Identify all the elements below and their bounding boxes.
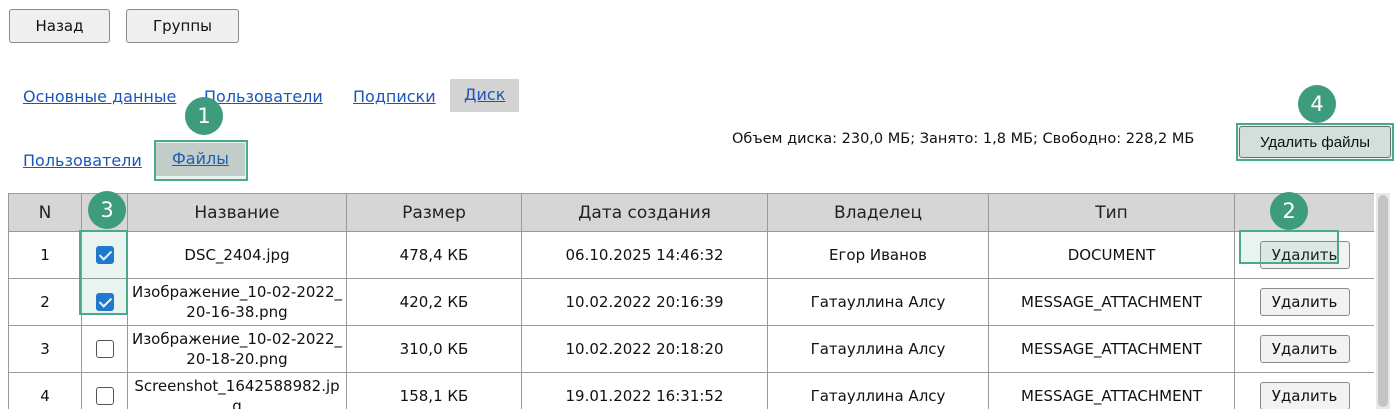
col-header-size[interactable]: Размер: [346, 193, 522, 232]
marker-2: 2: [1270, 192, 1308, 230]
marker-1: 1: [185, 97, 223, 135]
col-header-name[interactable]: Название: [127, 193, 347, 232]
delete-files-button[interactable]: Удалить файлы: [1239, 126, 1391, 158]
col-header-owner[interactable]: Владелец: [767, 193, 989, 232]
cell-size: 478,4 КБ: [346, 231, 522, 279]
cell-date: 10.02.2022 20:16:39: [521, 278, 768, 326]
groups-button[interactable]: Группы: [126, 9, 239, 43]
marker-3: 3: [88, 191, 126, 229]
cell-actions: Удалить: [1234, 231, 1374, 279]
table-row: 4 Screenshot_1642588982.jpg 158,1 КБ 19.…: [8, 372, 1374, 409]
table-row: 2 Изображение_10-02-2022_20-16-38.png 42…: [8, 278, 1374, 326]
disk-usage-info: Объем диска: 230,0 МБ; Занято: 1,8 МБ; С…: [732, 131, 1195, 147]
table-scrollbar[interactable]: [1376, 193, 1390, 409]
cell-actions: Удалить: [1234, 325, 1374, 373]
tab-main-data[interactable]: Основные данные: [23, 87, 176, 106]
col-header-n[interactable]: N: [8, 193, 82, 232]
cell-date: 06.10.2025 14:46:32: [521, 231, 768, 279]
delete-row-button[interactable]: Удалить: [1259, 288, 1350, 316]
cell-select[interactable]: [81, 231, 128, 279]
cell-date: 10.02.2022 20:18:20: [521, 325, 768, 373]
back-button[interactable]: Назад: [9, 9, 110, 43]
cell-actions: Удалить: [1234, 278, 1374, 326]
cell-size: 420,2 КБ: [346, 278, 522, 326]
cell-type: DOCUMENT: [988, 231, 1235, 279]
cell-name: DSC_2404.jpg: [127, 231, 347, 279]
row-checkbox[interactable]: [95, 246, 114, 265]
cell-owner: Гатауллина Алсу: [767, 372, 989, 409]
row-checkbox[interactable]: [95, 293, 114, 312]
subtab-users[interactable]: Пользователи: [23, 151, 142, 170]
cell-n: 3: [8, 325, 82, 373]
cell-owner: Гатауллина Алсу: [767, 325, 989, 373]
tab-users[interactable]: Пользователи: [204, 87, 323, 106]
col-header-type[interactable]: Тип: [988, 193, 1235, 232]
tab-disk[interactable]: Диск: [450, 79, 520, 112]
cell-select[interactable]: [81, 278, 128, 326]
cell-n: 4: [8, 372, 82, 409]
cell-size: 310,0 КБ: [346, 325, 522, 373]
table-row: 1 DSC_2404.jpg 478,4 КБ 06.10.2025 14:46…: [8, 231, 1374, 279]
files-table: N Название Размер Дата создания Владелец…: [8, 193, 1374, 409]
delete-row-button[interactable]: Удалить: [1259, 382, 1350, 409]
cell-name: Изображение_10-02-2022_20-16-38.png: [127, 278, 347, 326]
cell-owner: Егор Иванов: [767, 231, 989, 279]
cell-n: 1: [8, 231, 82, 279]
cell-date: 19.01.2022 16:31:52: [521, 372, 768, 409]
cell-actions: Удалить: [1234, 372, 1374, 409]
cell-type: MESSAGE_ATTACHMENT: [988, 372, 1235, 409]
col-header-date[interactable]: Дата создания: [521, 193, 768, 232]
subtab-files[interactable]: Файлы: [156, 143, 245, 176]
cell-type: MESSAGE_ATTACHMENT: [988, 325, 1235, 373]
cell-select[interactable]: [81, 325, 128, 373]
scrollbar-thumb[interactable]: [1378, 195, 1388, 407]
cell-size: 158,1 КБ: [346, 372, 522, 409]
cell-owner: Гатауллина Алсу: [767, 278, 989, 326]
row-checkbox[interactable]: [95, 340, 114, 359]
cell-type: MESSAGE_ATTACHMENT: [988, 278, 1235, 326]
row-checkbox[interactable]: [95, 387, 114, 406]
cell-select[interactable]: [81, 372, 128, 409]
cell-name: Screenshot_1642588982.jpg: [127, 372, 347, 409]
cell-n: 2: [8, 278, 82, 326]
tab-subscriptions[interactable]: Подписки: [353, 87, 436, 106]
cell-name: Изображение_10-02-2022_20-18-20.png: [127, 325, 347, 373]
delete-row-button[interactable]: Удалить: [1259, 335, 1350, 363]
table-row: 3 Изображение_10-02-2022_20-18-20.png 31…: [8, 325, 1374, 373]
marker-4: 4: [1298, 85, 1336, 123]
delete-row-button[interactable]: Удалить: [1259, 241, 1350, 269]
files-table-container: N Название Размер Дата создания Владелец…: [8, 193, 1374, 409]
table-header-row: N Название Размер Дата создания Владелец…: [8, 193, 1374, 232]
